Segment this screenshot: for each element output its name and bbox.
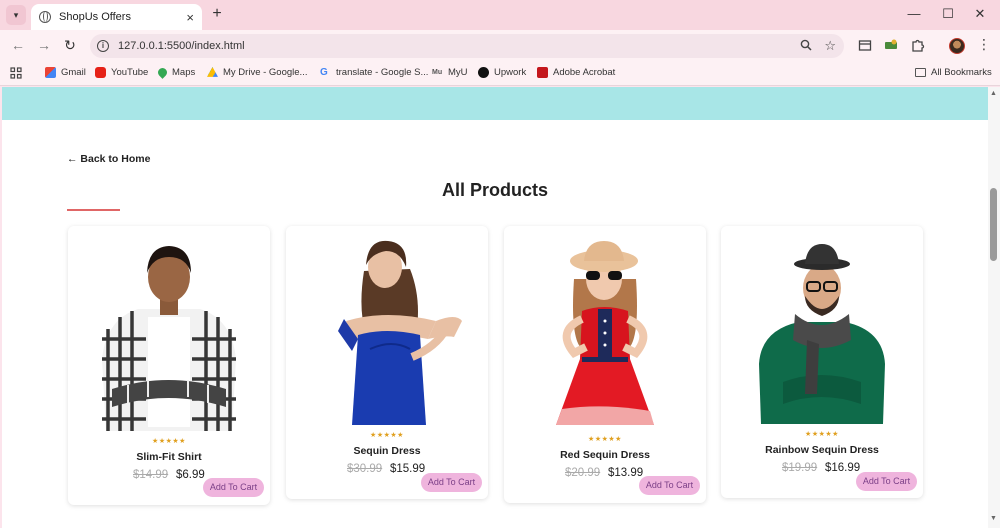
product-name: Red Sequin Dress <box>560 449 650 461</box>
store-icon[interactable] <box>858 38 872 52</box>
folder-icon <box>915 68 926 77</box>
sale-price: $15.99 <box>390 463 426 475</box>
bookmarks-bar: Gmail YouTube Maps My Drive - Google... … <box>0 62 1000 86</box>
add-to-cart-button[interactable]: Add To Cart <box>203 478 264 497</box>
page-viewport: ← Back to Home All Products ★★★★★ Slim-F… <box>2 87 988 528</box>
bookmark-translate[interactable]: Gtranslate - Google S... <box>320 67 428 78</box>
product-image <box>556 241 654 425</box>
original-price: $14.99 <box>133 469 169 481</box>
bookmark-label: Upwork <box>494 67 527 78</box>
drive-icon <box>207 67 218 77</box>
product-name: Sequin Dress <box>353 445 421 457</box>
rating-stars: ★★★★★ <box>370 432 404 439</box>
bookmark-star-icon[interactable]: ☆ <box>824 38 836 54</box>
add-to-cart-button[interactable]: Add To Cart <box>639 476 700 495</box>
bookmark-label: translate - Google S... <box>336 67 429 78</box>
original-price: $20.99 <box>565 467 601 479</box>
sale-price: $6.99 <box>176 469 205 481</box>
address-bar[interactable]: i 127.0.0.1:5500/index.html ☆ <box>90 34 844 58</box>
original-price: $19.99 <box>782 462 818 474</box>
tab-close-icon[interactable]: × <box>186 10 194 25</box>
sale-price: $13.99 <box>608 467 644 479</box>
reload-icon[interactable]: ↻ <box>61 37 79 54</box>
profile-avatar[interactable] <box>949 38 965 54</box>
bookmark-myu[interactable]: Mu MyU <box>432 67 468 78</box>
rating-stars: ★★★★★ <box>588 436 622 443</box>
bookmark-label: Gmail <box>61 67 86 78</box>
tab-title: ShopUs Offers <box>59 11 131 23</box>
back-arrow-icon[interactable]: ← <box>9 37 27 53</box>
tab-shopus-offers[interactable]: ShopUs Offers × <box>31 4 202 30</box>
maximize-button[interactable]: ☐ <box>938 6 958 22</box>
acrobat-icon <box>537 67 548 78</box>
rating-stars: ★★★★★ <box>152 438 186 445</box>
product-image <box>759 244 885 424</box>
more-menu-icon[interactable]: ⋮ <box>977 36 991 53</box>
page-title: All Products <box>441 180 548 200</box>
sale-price: $16.99 <box>825 462 861 474</box>
scrollbar-thumb[interactable] <box>990 188 997 261</box>
bookmark-gmail[interactable]: Gmail <box>45 67 86 78</box>
globe-icon <box>39 11 51 23</box>
bookmark-acrobat[interactable]: Adobe Acrobat <box>537 67 615 78</box>
apps-grid-icon[interactable] <box>10 67 22 79</box>
rating-stars: ★★★★★ <box>805 431 839 438</box>
site-info-icon[interactable]: i <box>97 40 109 52</box>
bookmark-label: YouTube <box>111 67 149 78</box>
all-bookmarks-label: All Bookmarks <box>931 67 992 78</box>
bookmark-label: Maps <box>172 67 196 78</box>
forward-arrow-icon[interactable]: → <box>35 37 53 53</box>
myu-icon: Mu <box>432 69 443 76</box>
vertical-scrollbar[interactable]: ▲ ▼ <box>988 87 1000 528</box>
scroll-down-icon[interactable]: ▼ <box>990 515 997 522</box>
bookmark-drive[interactable]: My Drive - Google... <box>207 67 307 78</box>
bookmark-upwork[interactable]: Upwork <box>478 67 526 78</box>
back-to-home-link[interactable]: ← Back to Home <box>67 153 150 165</box>
tab-search-button[interactable]: ▾ <box>6 5 26 25</box>
all-bookmarks[interactable]: All Bookmarks <box>915 67 992 78</box>
top-banner <box>2 87 988 120</box>
bookmark-label: My Drive - Google... <box>223 67 308 78</box>
upwork-icon <box>478 67 489 78</box>
navigation-bar: ← → ↻ i 127.0.0.1:5500/index.html ☆ <box>0 30 1000 62</box>
puzzle-extensions-icon[interactable] <box>911 38 925 52</box>
maps-icon <box>156 66 169 79</box>
product-card[interactable]: ★★★★★ Slim-Fit Shirt $14.99 $6.99 Add To… <box>68 226 270 505</box>
gmail-icon <box>45 67 56 78</box>
minimize-button[interactable]: — <box>904 6 924 21</box>
product-card[interactable]: ★★★★★ Rainbow Sequin Dress $19.99 $16.99… <box>721 226 923 498</box>
close-window-button[interactable]: ✕ <box>970 6 990 22</box>
heading-underline <box>67 209 120 211</box>
google-icon: G <box>320 67 328 78</box>
bookmark-label: Adobe Acrobat <box>553 67 616 78</box>
url-text[interactable]: 127.0.0.1:5500/index.html <box>118 40 800 52</box>
scroll-up-icon[interactable]: ▲ <box>990 90 997 97</box>
product-name: Rainbow Sequin Dress <box>765 444 879 456</box>
tab-strip: ▾ ShopUs Offers × + — ☐ ✕ <box>0 0 1000 30</box>
new-tab-button[interactable]: + <box>209 5 225 23</box>
product-card[interactable]: ★★★★★ Sequin Dress $30.99 $15.99 Add To … <box>286 226 488 499</box>
bookmark-maps[interactable]: Maps <box>156 66 196 79</box>
add-to-cart-button[interactable]: Add To Cart <box>856 472 917 491</box>
youtube-icon <box>95 67 106 78</box>
original-price: $30.99 <box>347 463 383 475</box>
product-image <box>102 246 236 431</box>
extension-green-icon[interactable] <box>884 38 898 52</box>
bookmark-label: MyU <box>448 67 468 78</box>
product-card[interactable]: ★★★★★ Red Sequin Dress $20.99 $13.99 Add… <box>504 226 706 503</box>
product-name: Slim-Fit Shirt <box>136 451 202 463</box>
product-image <box>338 240 462 425</box>
zoom-icon[interactable] <box>800 39 812 54</box>
bookmark-youtube[interactable]: YouTube <box>95 67 148 78</box>
add-to-cart-button[interactable]: Add To Cart <box>421 473 482 492</box>
